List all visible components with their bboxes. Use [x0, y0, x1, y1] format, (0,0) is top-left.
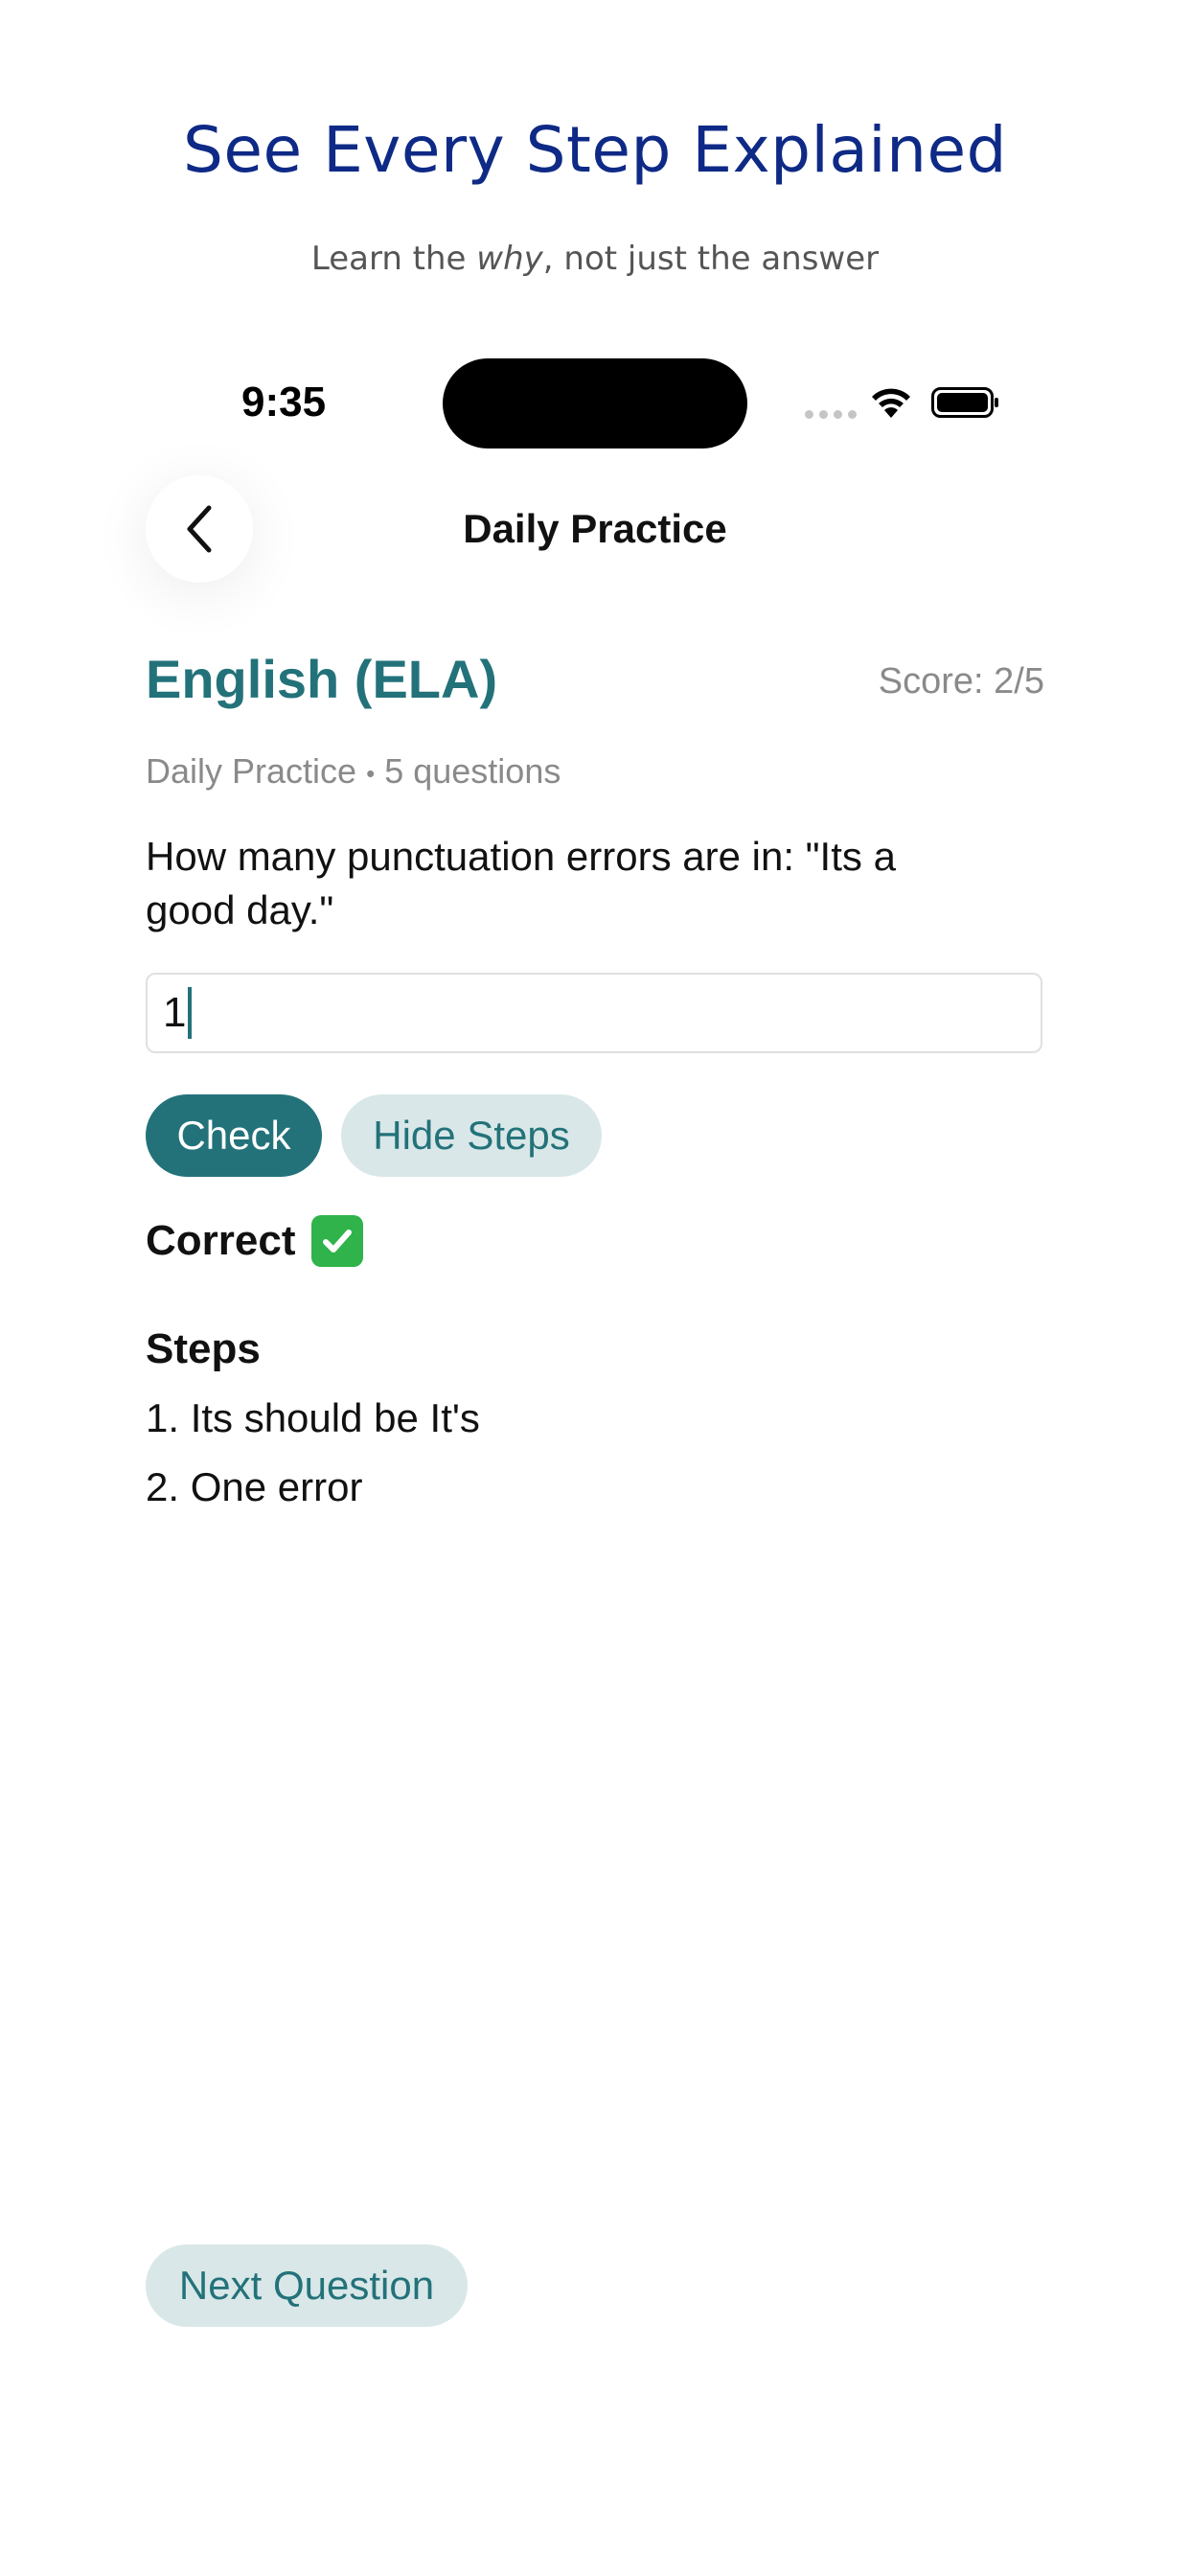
- meta-mode: Daily Practice: [146, 751, 357, 791]
- question-text: How many punctuation errors are in: "Its…: [146, 834, 896, 932]
- nav-title: Daily Practice: [463, 506, 727, 551]
- hide-steps-button[interactable]: Hide Steps: [341, 1094, 602, 1177]
- answer-input[interactable]: 1: [146, 973, 1042, 1053]
- promo-subtitle-emphasis: why: [476, 240, 543, 278]
- practice-meta: Daily Practice • 5 questions: [146, 751, 561, 792]
- steps-heading: Steps: [146, 1325, 261, 1372]
- meta-separator: •: [366, 758, 376, 788]
- score-label: Score: 2/5: [878, 661, 1044, 702]
- result-label: Correct: [146, 1217, 296, 1264]
- step-item: 1. Its should be It's: [146, 1395, 480, 1440]
- answer-value: 1: [163, 989, 187, 1036]
- step-item: 2. One error: [146, 1464, 363, 1509]
- battery-icon: [931, 387, 998, 418]
- result-feedback: Correct: [146, 1215, 363, 1267]
- promo-title: See Every Step Explained: [183, 113, 1007, 187]
- subject-title: English (ELA): [146, 649, 498, 709]
- dynamic-island: [443, 358, 747, 448]
- meta-count: 5 questions: [384, 751, 561, 791]
- promo-subtitle: Learn the why, not just the answer: [310, 240, 880, 278]
- check-mark-button-icon: [310, 1215, 363, 1267]
- cellular-signal-icon: [805, 410, 857, 419]
- check-button[interactable]: Check: [146, 1094, 322, 1177]
- wifi-icon: [872, 388, 910, 418]
- next-question-button[interactable]: Next Question: [146, 2244, 468, 2327]
- text-caret: [188, 987, 193, 1039]
- status-time: 9:35: [241, 379, 327, 426]
